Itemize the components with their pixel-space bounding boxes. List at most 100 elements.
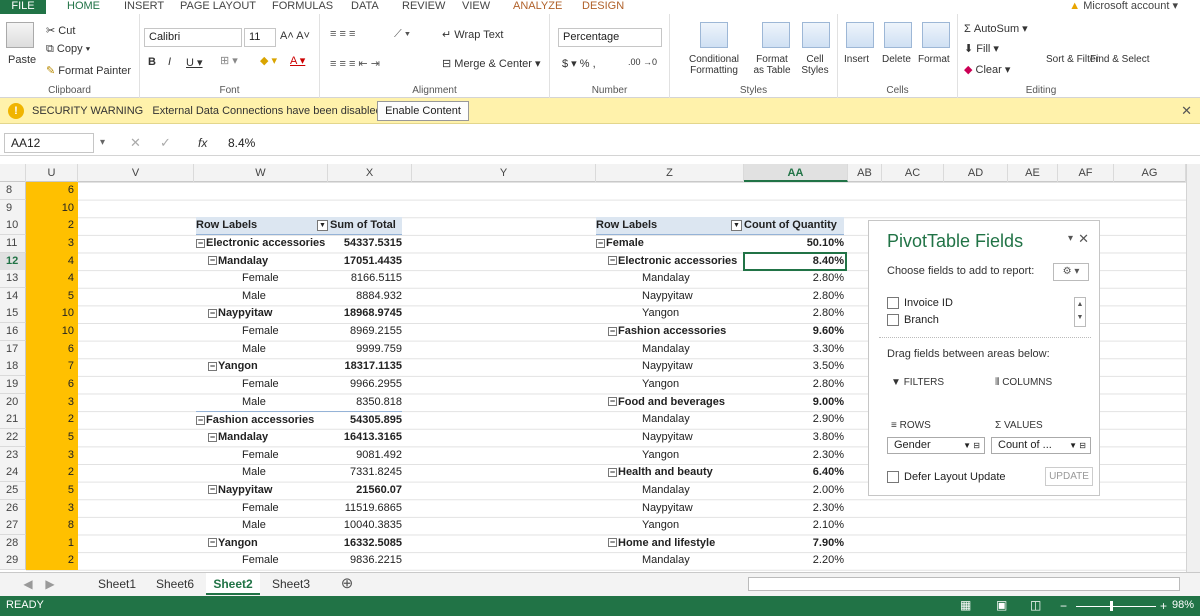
pivot-row-label[interactable]: Naypyitaw	[620, 288, 744, 306]
filter-dropdown-icon[interactable]: ▼	[317, 220, 328, 232]
row-header-20[interactable]: 20	[0, 393, 26, 412]
fill-color-icon[interactable]: ◆ ▾	[260, 54, 277, 67]
pivot-row-labels-header[interactable]: Row Labels ▼	[596, 217, 744, 235]
pivot-row-label[interactable]: − Food and beverages	[608, 394, 744, 412]
conditional-formatting-icon[interactable]	[700, 22, 728, 48]
fill-button[interactable]: ⬇ Fill ▾	[964, 42, 999, 55]
row-header-11[interactable]: 11	[0, 234, 26, 253]
pivot-value-cell[interactable]: 54305.895	[330, 411, 402, 429]
pivot-row-label[interactable]: − Electronic accessories	[608, 253, 744, 271]
pivot-row-label[interactable]: Female	[220, 447, 330, 465]
cell-u[interactable]: 3	[26, 500, 74, 518]
cell-u[interactable]: 2	[26, 464, 74, 482]
filters-area[interactable]: ▼ FILTERS	[891, 377, 944, 388]
column-header-ab[interactable]: AB	[848, 164, 882, 182]
pivot-value-cell[interactable]: 54337.5315	[330, 235, 402, 253]
pivot-row-label[interactable]: − Naypyitaw	[208, 305, 330, 323]
format-button[interactable]: Format	[918, 54, 950, 65]
row-header-14[interactable]: 14	[0, 287, 26, 306]
collapse-icon[interactable]: −	[208, 309, 217, 319]
normal-view-icon[interactable]: ▦	[960, 598, 971, 612]
collapse-icon[interactable]: −	[208, 485, 217, 495]
row-header-9[interactable]: 9	[0, 199, 26, 218]
pivot-row-label[interactable]: − Yangon	[208, 535, 330, 553]
cell-u[interactable]: 3	[26, 447, 74, 465]
next-sheet-icon[interactable]: ▶	[42, 573, 58, 595]
font-size-select[interactable]: 11	[244, 28, 276, 47]
zoom-slider-handle[interactable]	[1110, 601, 1113, 611]
tab-insert[interactable]: INSERT	[124, 0, 164, 14]
pivot-value-cell[interactable]: 8969.2155	[330, 323, 402, 341]
tab-data[interactable]: DATA	[351, 0, 379, 14]
wrap-text-button[interactable]: ↵ Wrap Text	[442, 28, 503, 41]
currency-button[interactable]: $ ▾ % ,	[562, 57, 596, 70]
formula-input[interactable]: 8.4%	[228, 133, 255, 153]
tab-home[interactable]: HOME	[67, 0, 100, 14]
insert-button[interactable]: Insert	[844, 54, 869, 65]
row-header-19[interactable]: 19	[0, 376, 26, 395]
pivot-row-label[interactable]: Yangon	[620, 376, 744, 394]
collapse-icon[interactable]: −	[608, 467, 617, 477]
column-header-w[interactable]: W	[194, 164, 328, 182]
tab-view[interactable]: VIEW	[462, 0, 490, 14]
pivot-row-label[interactable]: Naypyitaw	[620, 429, 744, 447]
pivot-row-label[interactable]: Female	[220, 376, 330, 394]
pivot-value-cell[interactable]: 2.80%	[744, 270, 844, 288]
pivot-value-cell[interactable]: 16413.3165	[330, 429, 402, 447]
field-checkbox-invoice-id[interactable]	[887, 297, 899, 309]
cell-u[interactable]: 6	[26, 376, 74, 394]
cut-button[interactable]: ✂ Cut	[46, 24, 75, 37]
pivot-value-cell[interactable]: 3.80%	[744, 429, 844, 447]
pivot-value-cell[interactable]: 2.80%	[744, 376, 844, 394]
enter-icon[interactable]: ✓	[160, 135, 171, 151]
cell-u[interactable]: 4	[26, 270, 74, 288]
column-header-z[interactable]: Z	[596, 164, 744, 182]
row-header-21[interactable]: 21	[0, 411, 26, 430]
copy-button[interactable]: ⧉ Copy ▾	[46, 43, 90, 56]
cell-u[interactable]: 5	[26, 288, 74, 306]
pivot-value-cell[interactable]: 18968.9745	[330, 305, 402, 323]
tab-analyze[interactable]: ANALYZE	[513, 0, 562, 14]
bold-button[interactable]: B	[148, 56, 156, 68]
collapse-icon[interactable]: −	[608, 397, 617, 407]
pivot-row-labels-header[interactable]: Row Labels ▼	[196, 217, 330, 235]
pivot-row-label[interactable]: Female	[220, 500, 330, 518]
page-break-view-icon[interactable]: ◫	[1030, 598, 1041, 612]
pivot-value-cell[interactable]: 3.30%	[744, 341, 844, 359]
pivot-value-cell[interactable]: 9.60%	[744, 323, 844, 341]
name-box[interactable]: AA12	[4, 133, 94, 153]
cell-u[interactable]: 6	[26, 341, 74, 359]
tab-page-layout[interactable]: PAGE LAYOUT	[180, 0, 256, 14]
pivot-row-label[interactable]: Mandalay	[620, 270, 744, 288]
zoom-level[interactable]: 98%	[1172, 599, 1194, 611]
collapse-icon[interactable]: −	[208, 432, 217, 442]
row-header-29[interactable]: 29	[0, 552, 26, 571]
pivot-row-label[interactable]: Male	[220, 341, 330, 359]
font-color-icon[interactable]: A ▾	[290, 54, 305, 67]
format-painter-button[interactable]: ✎ Format Painter	[46, 64, 131, 77]
delete-button[interactable]: Delete	[882, 54, 911, 65]
pivot-row-label[interactable]: Naypyitaw	[620, 500, 744, 518]
underline-button[interactable]: U ▾	[186, 56, 203, 69]
row-header-24[interactable]: 24	[0, 464, 26, 483]
pivot-row-label[interactable]: Male	[220, 394, 330, 412]
collapse-icon[interactable]: −	[608, 256, 617, 266]
pivot-value-cell[interactable]: 9836.2215	[330, 552, 402, 570]
pivot-value-cell[interactable]: 3.50%	[744, 358, 844, 376]
format-table-icon[interactable]	[762, 22, 790, 48]
insert-function-button[interactable]: fx	[198, 136, 207, 150]
name-box-dropdown-icon[interactable]: ▾	[100, 137, 105, 148]
row-header-8[interactable]: 8	[0, 182, 26, 200]
cell-u[interactable]: 1	[26, 535, 74, 553]
pivot-row-label[interactable]: − Health and beauty	[608, 464, 744, 482]
close-pane-icon[interactable]: ✕	[1078, 231, 1089, 247]
pivot-value-cell[interactable]: 7.90%	[744, 535, 844, 553]
prev-sheet-icon[interactable]: ◀	[20, 573, 36, 595]
values-area[interactable]: Σ VALUES	[995, 420, 1043, 431]
pivot-row-label[interactable]: Male	[220, 464, 330, 482]
pivot-value-cell[interactable]: 8884.932	[330, 288, 402, 306]
autosum-button[interactable]: Σ AutoSum ▾	[964, 22, 1028, 35]
conditional-formatting-button[interactable]: Conditional Formatting	[686, 54, 742, 76]
column-header-ad[interactable]: AD	[944, 164, 1008, 182]
collapse-icon[interactable]: −	[608, 326, 617, 336]
